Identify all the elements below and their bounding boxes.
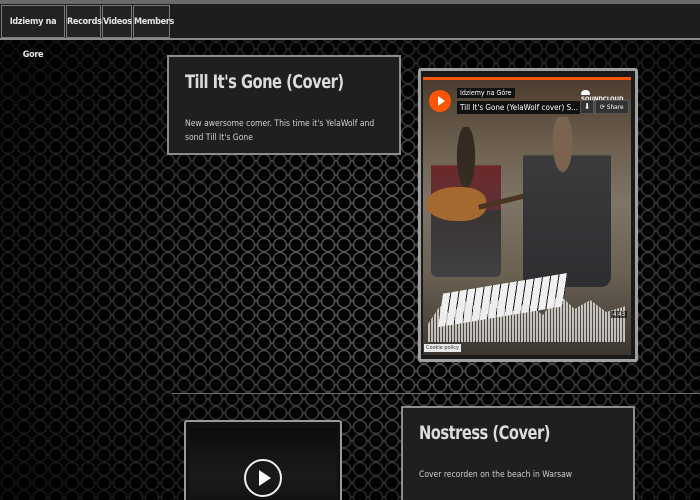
track-duration: 4:43 [611, 311, 628, 318]
video-player[interactable] [189, 428, 337, 500]
share-icon: ⟳ [600, 103, 607, 111]
post-card-nostress: Nostress (Cover) Cover recorden on the b… [401, 406, 635, 500]
soundcloud-player[interactable]: Idziemy na Góre Till It's Gone (YelaWolf… [423, 77, 631, 355]
post-description: New awersome comer. This time it's YelaW… [185, 119, 375, 143]
post-card-till-its-gone: Till It's Gone (Cover) New awersome come… [167, 55, 401, 155]
play-icon[interactable] [244, 459, 282, 497]
download-icon[interactable]: ⬇ [580, 100, 594, 114]
share-button[interactable]: ⟳ Share [595, 100, 629, 114]
artwork-keyboardist [523, 117, 611, 287]
nav-item-records[interactable]: Records [66, 5, 102, 38]
post-title: Till It's Gone (Cover) [185, 71, 344, 93]
post-description: Cover recorden on the beach in Warsaw [419, 470, 573, 480]
cookie-policy-link[interactable]: Cookie policy [424, 344, 461, 352]
post-title: Nostress (Cover) [419, 422, 550, 444]
share-label: Share [606, 103, 624, 111]
player-user-link[interactable]: Idziemy na Góre [457, 88, 515, 98]
cloud-icon [581, 90, 590, 95]
post-divider [172, 393, 700, 394]
play-icon[interactable] [429, 90, 451, 112]
nav-item-home[interactable]: Idziemy na Gore [1, 5, 65, 60]
nav-item-members[interactable]: Members [133, 5, 174, 38]
player-track-title[interactable]: Till It's Gone (YelaWolf cover) S... [457, 101, 581, 114]
nav-item-videos[interactable]: Videos [102, 5, 132, 38]
top-navigation-bar: Idziemy na Gore Records Videos Members [0, 0, 700, 60]
player-accent-bar [423, 77, 631, 80]
